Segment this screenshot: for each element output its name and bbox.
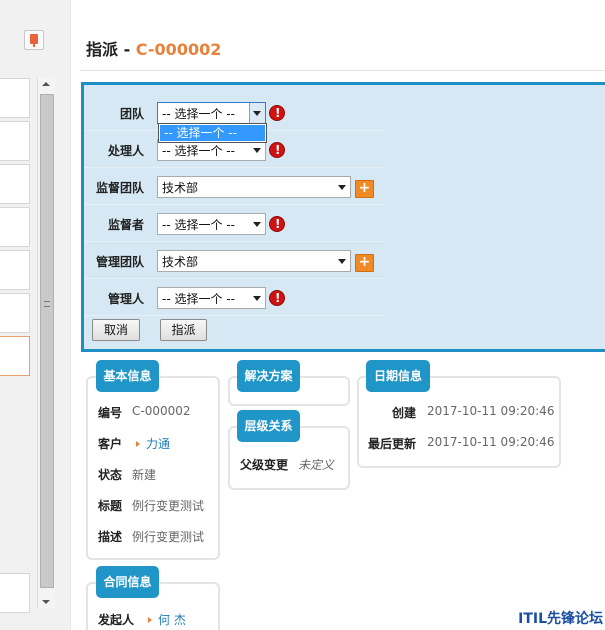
basic-info-tab: 基本信息 [96,360,159,392]
created-value: 2017-10-11 09:20:46 [427,404,555,418]
cancel-button[interactable]: 取消 [92,319,140,341]
initiator-key: 发起人 [98,613,135,627]
required-alert-icon [269,105,285,121]
left-sidebar [0,0,70,630]
chevron-down-icon [253,148,261,153]
updated-value: 2017-10-11 09:20:46 [427,435,555,449]
required-alert-icon [269,142,285,158]
team-select-value: -- 选择一个 -- [162,107,235,121]
team-dropdown-list: -- 选择一个 -- [158,123,267,143]
hierarchy-tab: 层级关系 [237,410,300,442]
manager-select[interactable]: -- 选择一个 -- [157,287,266,309]
manager-team-select[interactable]: 技术部 [157,250,351,272]
description-value: 例行变更测试 [132,530,205,544]
manager-label: 管理人 [107,292,144,306]
title-prefix: 指派 - [86,40,136,59]
customer-link[interactable]: 力通 [136,435,170,452]
required-alert-icon [269,290,285,306]
team-label: 团队 [119,107,144,121]
list-item[interactable] [0,121,30,161]
triangle-right-icon [136,441,140,447]
pin-button[interactable] [24,30,44,50]
contract-info-tab: 合同信息 [96,566,159,598]
status-key: 状态 [98,468,123,482]
updated-key: 最后更新 [368,437,417,451]
assign-button[interactable]: 指派 [160,319,207,341]
required-alert-icon [269,216,285,232]
grip-icon [44,301,50,307]
parent-change-key: 父级变更 [240,458,289,472]
supervisor-team-row: 监督团队 技术部 + [84,168,384,205]
supervisor-team-select[interactable]: 技术部 [157,176,351,198]
record-code: C-000002 [135,40,222,59]
triangle-right-icon [148,617,152,623]
scroll-down-icon[interactable] [42,600,50,604]
handler-label: 处理人 [107,144,144,158]
list-item-selected[interactable] [0,336,30,376]
solution-tab[interactable]: 解决方案 [237,360,300,392]
manager-row: 管理人 -- 选择一个 -- [84,279,384,316]
date-info-tab: 日期信息 [366,360,430,392]
add-supervisor-team-button[interactable]: + [355,180,374,198]
dropdown-option-highlighted[interactable]: -- 选择一个 -- [160,125,265,141]
scroll-thumb[interactable] [40,94,54,588]
initiator-value: 何 杰 [158,613,186,627]
created-key: 创建 [392,406,417,420]
chevron-down-icon [253,111,261,116]
supervisor-label: 监督者 [107,218,144,232]
list-item[interactable] [0,78,30,118]
supervisor-team-select-value: 技术部 [162,181,199,195]
list-item[interactable] [0,207,30,247]
pin-icon [30,34,38,47]
manager-team-row: 管理团队 技术部 + [84,242,384,279]
supervisor-team-label: 监督团队 [95,181,144,195]
chevron-down-icon [338,259,346,264]
assign-panel: 团队 -- 选择一个 -- 处理人 -- 选择一个 -- 监督团队 技术部 + … [81,82,605,352]
scroll-up-icon[interactable] [42,82,50,86]
code-key: 编号 [98,406,123,420]
initiator-link[interactable]: 何 杰 [148,611,186,628]
page-title: 指派 - C-000002 [86,36,221,60]
record-list [0,78,31,630]
team-select[interactable]: -- 选择一个 -- [157,102,266,124]
chevron-down-icon [253,296,261,301]
pane-divider [70,0,80,630]
title-divider [80,70,605,71]
watermark: ITIL先锋论坛 [518,611,603,627]
manager-select-value: -- 选择一个 -- [162,292,235,306]
chevron-down-icon [253,222,261,227]
list-item[interactable] [0,573,30,613]
handler-select-value: -- 选择一个 -- [162,144,235,158]
code-value: C-000002 [132,404,191,418]
supervisor-select-value: -- 选择一个 -- [162,218,235,232]
list-item[interactable] [0,250,30,290]
description-key: 描述 [98,530,123,544]
supervisor-row: 监督者 -- 选择一个 -- [84,205,384,242]
parent-change-value: 未定义 [298,458,335,472]
status-value: 新建 [132,468,157,482]
title-value: 例行变更测试 [132,499,205,513]
chevron-down-icon [338,185,346,190]
customer-key: 客户 [98,437,123,451]
list-scrollbar[interactable] [37,78,55,608]
manager-team-select-value: 技术部 [162,255,199,269]
title-key: 标题 [98,499,123,513]
customer-value: 力通 [146,437,171,451]
list-item[interactable] [0,293,30,333]
add-manager-team-button[interactable]: + [355,254,374,272]
manager-team-label: 管理团队 [95,255,144,269]
supervisor-select[interactable]: -- 选择一个 -- [157,213,266,235]
list-item[interactable] [0,164,30,204]
